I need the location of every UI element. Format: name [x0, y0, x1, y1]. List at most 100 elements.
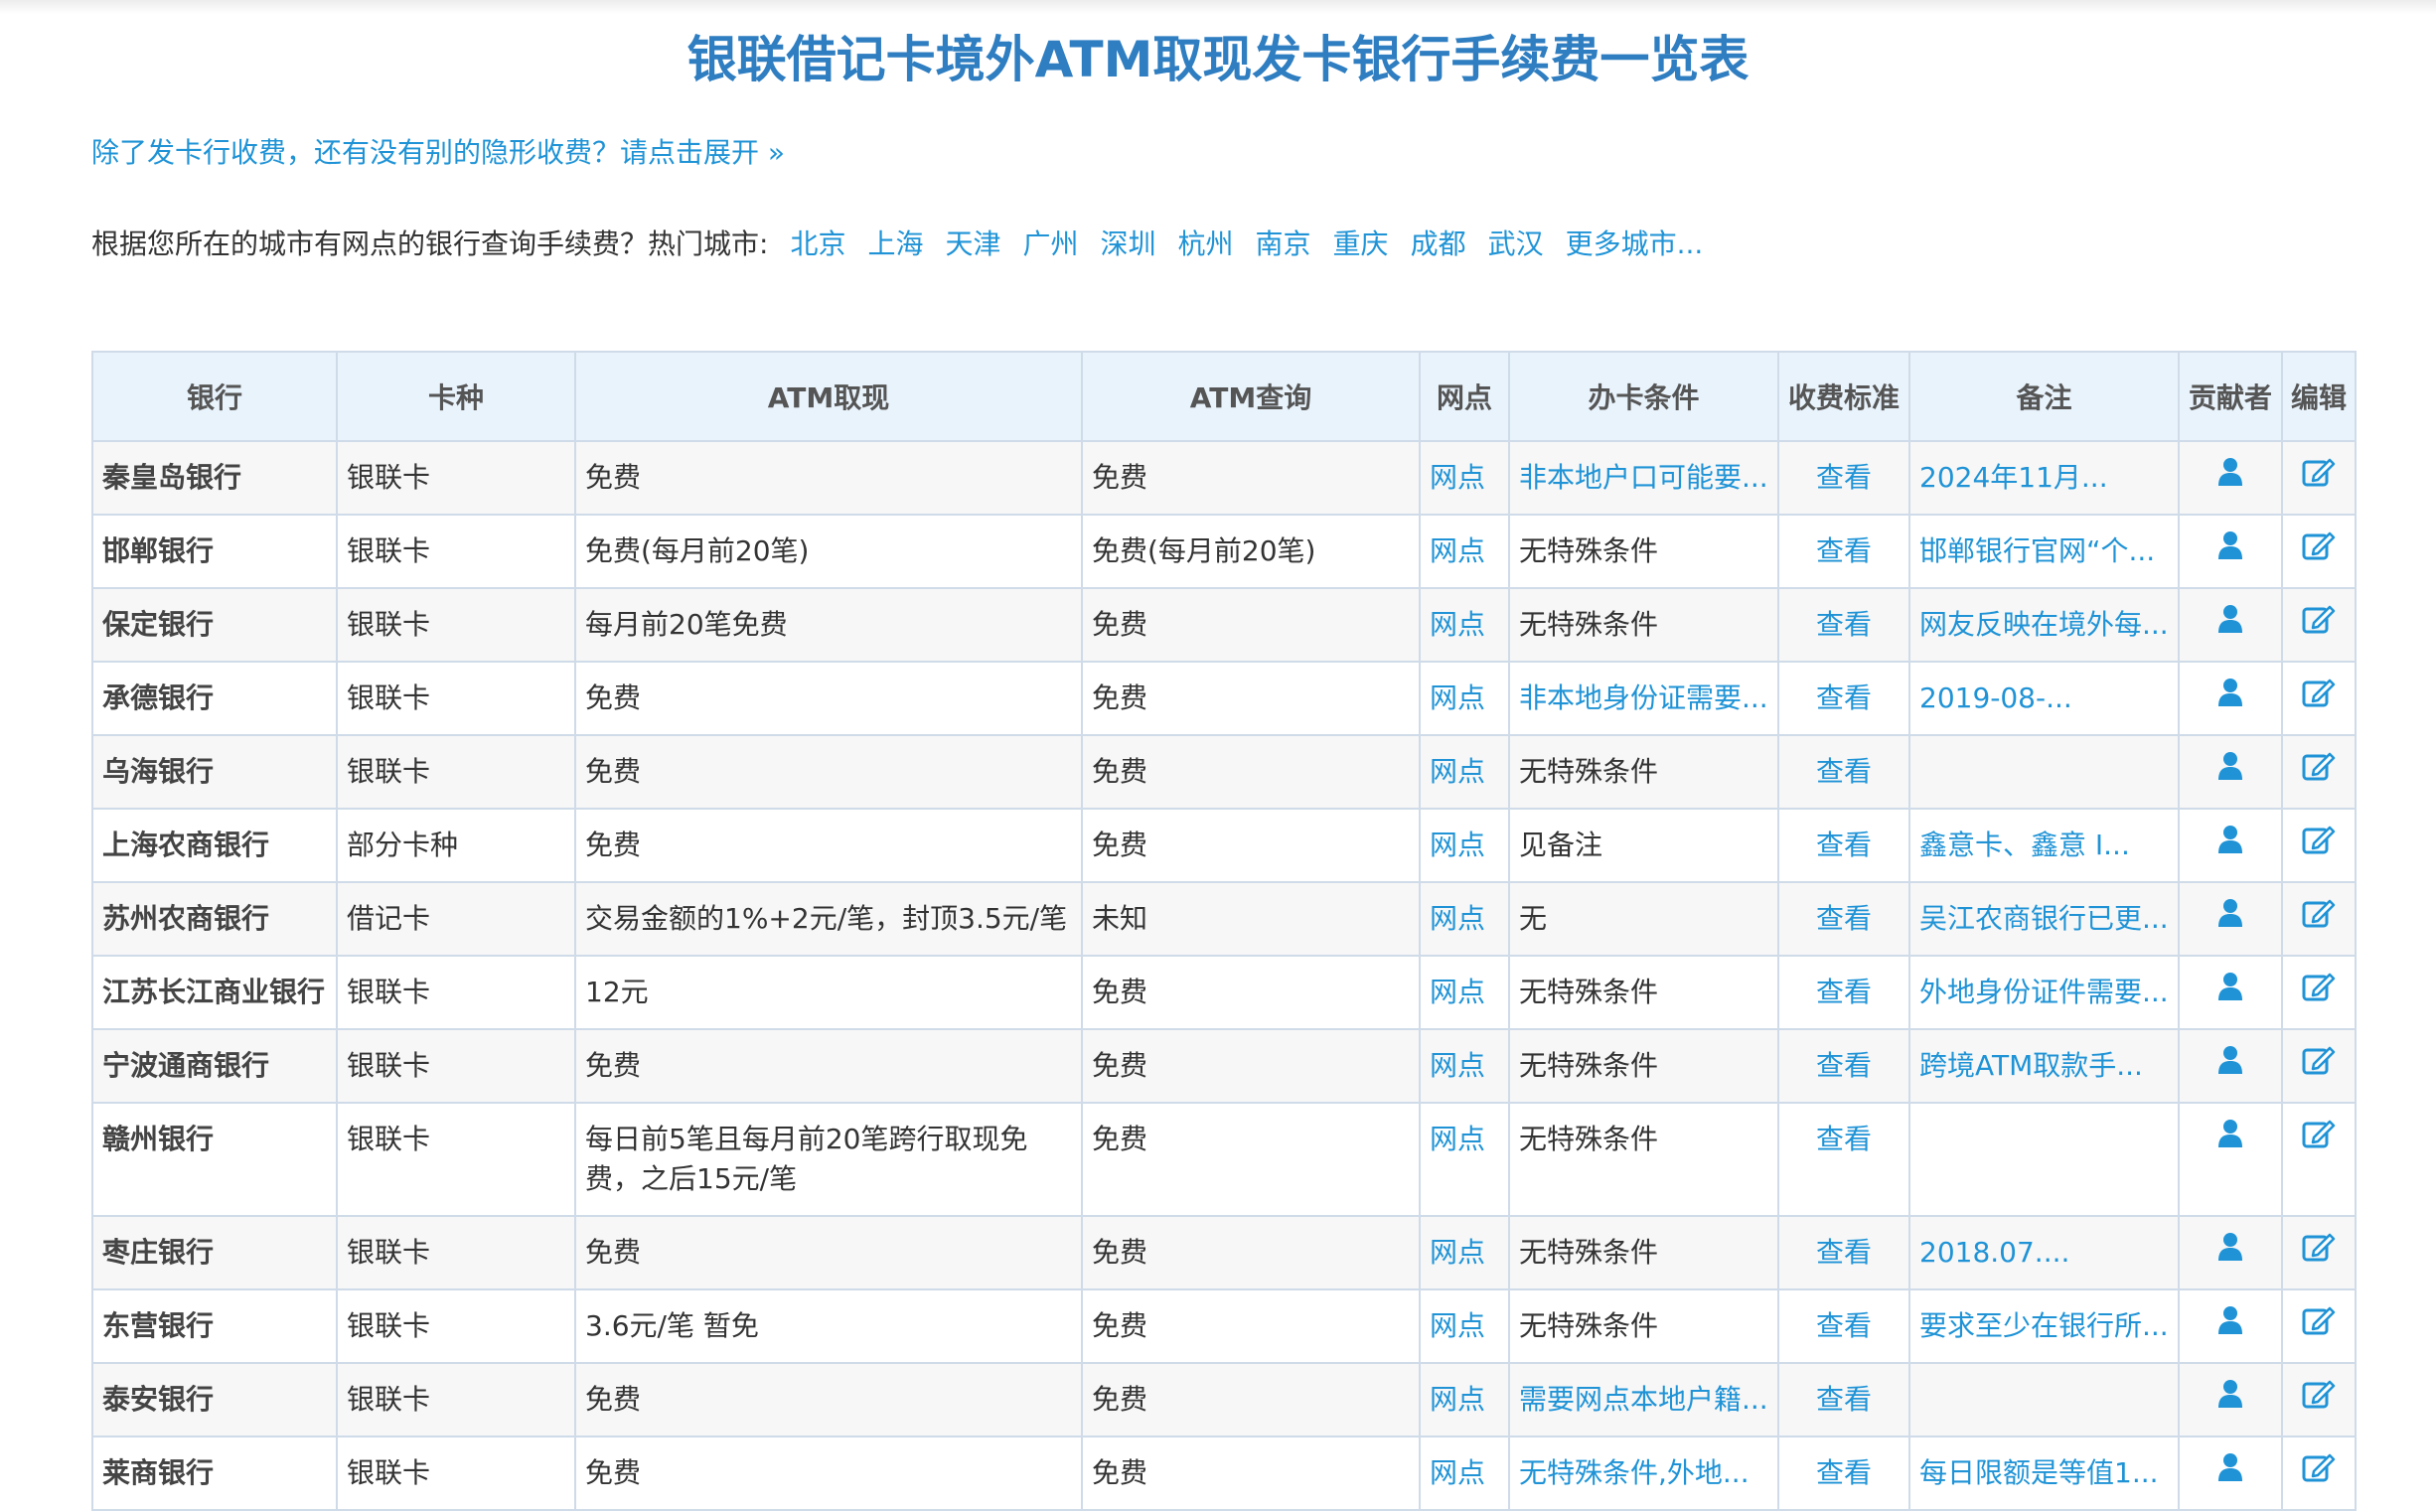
city-link[interactable]: 重庆	[1333, 227, 1389, 260]
edit-icon[interactable]	[2302, 1379, 2336, 1420]
note-link[interactable]: 网友反映在境外每...	[1908, 587, 2180, 663]
city-link[interactable]: 深圳	[1101, 227, 1156, 260]
note-link[interactable]: 跨境ATM取款手...	[1908, 1028, 2180, 1104]
condition-cell[interactable]: 需要网点本地户籍...	[1508, 1362, 1779, 1437]
user-icon[interactable]	[2217, 825, 2243, 865]
user-icon[interactable]	[2217, 1045, 2243, 1086]
contributor-cell	[2178, 661, 2283, 736]
edit-cell	[2281, 1362, 2357, 1437]
branch-link[interactable]: 网点	[1419, 1362, 1510, 1437]
fee-standard-link[interactable]: 查看	[1777, 1362, 1910, 1437]
fee-standard-link[interactable]: 查看	[1777, 587, 1910, 663]
edit-icon[interactable]	[2302, 751, 2336, 792]
branch-link[interactable]: 网点	[1419, 955, 1510, 1030]
note-link[interactable]: 2019-08-...	[1908, 661, 2180, 736]
city-link[interactable]: 杭州	[1178, 227, 1234, 260]
note-link[interactable]: 吴江农商银行已更...	[1908, 881, 2180, 957]
edit-cell	[2281, 955, 2357, 1030]
note-link[interactable]: 2024年11月...	[1908, 440, 2180, 516]
fee-standard-link[interactable]: 查看	[1777, 440, 1910, 516]
city-link[interactable]: 北京	[790, 227, 845, 260]
user-icon[interactable]	[2217, 751, 2243, 792]
fee-standard-link[interactable]: 查看	[1777, 1436, 1910, 1511]
edit-icon[interactable]	[2302, 972, 2336, 1012]
fee-standard-link[interactable]: 查看	[1777, 1102, 1910, 1217]
edit-icon[interactable]	[2302, 604, 2336, 645]
edit-icon[interactable]	[2302, 1232, 2336, 1273]
edit-icon[interactable]	[2302, 1119, 2336, 1159]
user-icon[interactable]	[2217, 1305, 2243, 1346]
city-link[interactable]: 武汉	[1488, 227, 1544, 260]
fee-standard-link[interactable]: 查看	[1777, 661, 1910, 736]
user-icon[interactable]	[2217, 898, 2243, 939]
branch-link[interactable]: 网点	[1419, 1288, 1510, 1364]
header-condition: 办卡条件	[1508, 351, 1779, 442]
city-link[interactable]: 南京	[1256, 227, 1311, 260]
city-link[interactable]: 广州	[1022, 227, 1078, 260]
edit-cell	[2281, 661, 2357, 736]
city-link[interactable]: 成都	[1411, 227, 1466, 260]
edit-icon[interactable]	[2302, 678, 2336, 718]
branch-link[interactable]: 网点	[1419, 587, 1510, 663]
fee-table: 银行 卡种 ATM取现 ATM查询 网点 办卡条件 收费标准 备注 贡献者 编辑…	[91, 351, 2357, 1511]
branch-link[interactable]: 网点	[1419, 514, 1510, 589]
atm-withdraw-cell: 免费	[574, 1215, 1083, 1290]
condition-cell[interactable]: 非本地户口可能要...	[1508, 440, 1779, 516]
branch-link[interactable]: 网点	[1419, 881, 1510, 957]
city-link[interactable]: 上海	[867, 227, 923, 260]
fee-standard-link[interactable]: 查看	[1777, 1288, 1910, 1364]
hidden-fees-expand-link[interactable]: 除了发卡行收费，还有没有别的隐形收费？请点击展开 »	[91, 133, 785, 173]
bank-name-cell: 江苏长江商业银行	[91, 955, 338, 1030]
edit-icon[interactable]	[2302, 457, 2336, 498]
branch-link[interactable]: 网点	[1419, 1436, 1510, 1511]
condition-cell: 无特殊条件	[1508, 1028, 1779, 1104]
header-bank: 银行	[91, 351, 338, 442]
edit-icon[interactable]	[2302, 825, 2336, 865]
edit-icon[interactable]	[2302, 530, 2336, 571]
city-list: 北京 上海 天津 广州 深圳 杭州 南京 重庆 成都 武汉 更多城市...	[768, 227, 1703, 260]
edit-icon[interactable]	[2302, 1305, 2336, 1346]
user-icon[interactable]	[2217, 1379, 2243, 1420]
edit-icon[interactable]	[2302, 1452, 2336, 1493]
edit-icon[interactable]	[2302, 898, 2336, 939]
contributor-cell	[2178, 514, 2283, 589]
note-link[interactable]: 鑫意卡、鑫意 I...	[1908, 808, 2180, 883]
user-icon[interactable]	[2217, 457, 2243, 498]
branch-link[interactable]: 网点	[1419, 1028, 1510, 1104]
note-link[interactable]: 要求至少在银行所...	[1908, 1288, 2180, 1364]
fee-standard-link[interactable]: 查看	[1777, 808, 1910, 883]
user-icon[interactable]	[2217, 604, 2243, 645]
fee-standard-link[interactable]: 查看	[1777, 734, 1910, 810]
user-icon[interactable]	[2217, 972, 2243, 1012]
condition-cell[interactable]: 无特殊条件,外地...	[1508, 1436, 1779, 1511]
branch-link[interactable]: 网点	[1419, 1215, 1510, 1290]
branch-link[interactable]: 网点	[1419, 1102, 1510, 1217]
branch-link[interactable]: 网点	[1419, 734, 1510, 810]
note-link[interactable]: 2018.07....	[1908, 1215, 2180, 1290]
city-link[interactable]: 天津	[945, 227, 1000, 260]
card-type-cell: 银联卡	[336, 440, 576, 516]
condition-cell[interactable]: 非本地身份证需要...	[1508, 661, 1779, 736]
edit-icon[interactable]	[2302, 1045, 2336, 1086]
branch-link[interactable]: 网点	[1419, 661, 1510, 736]
contributor-cell	[2178, 808, 2283, 883]
user-icon[interactable]	[2217, 1119, 2243, 1159]
user-icon[interactable]	[2217, 1452, 2243, 1493]
fee-standard-link[interactable]: 查看	[1777, 1215, 1910, 1290]
fee-standard-link[interactable]: 查看	[1777, 881, 1910, 957]
atm-query-cell: 免费	[1081, 1028, 1421, 1104]
user-icon[interactable]	[2217, 1232, 2243, 1273]
user-icon[interactable]	[2217, 530, 2243, 571]
branch-link[interactable]: 网点	[1419, 440, 1510, 516]
note-link[interactable]: 外地身份证件需要...	[1908, 955, 2180, 1030]
contributor-cell	[2178, 587, 2283, 663]
fee-standard-link[interactable]: 查看	[1777, 955, 1910, 1030]
atm-withdraw-cell: 免费	[574, 1028, 1083, 1104]
fee-standard-link[interactable]: 查看	[1777, 1028, 1910, 1104]
note-link[interactable]: 每日限额是等值1...	[1908, 1436, 2180, 1511]
city-link[interactable]: 更多城市...	[1566, 227, 1704, 260]
branch-link[interactable]: 网点	[1419, 808, 1510, 883]
user-icon[interactable]	[2217, 678, 2243, 718]
note-link[interactable]: 邯郸银行官网“个...	[1908, 514, 2180, 589]
fee-standard-link[interactable]: 查看	[1777, 514, 1910, 589]
